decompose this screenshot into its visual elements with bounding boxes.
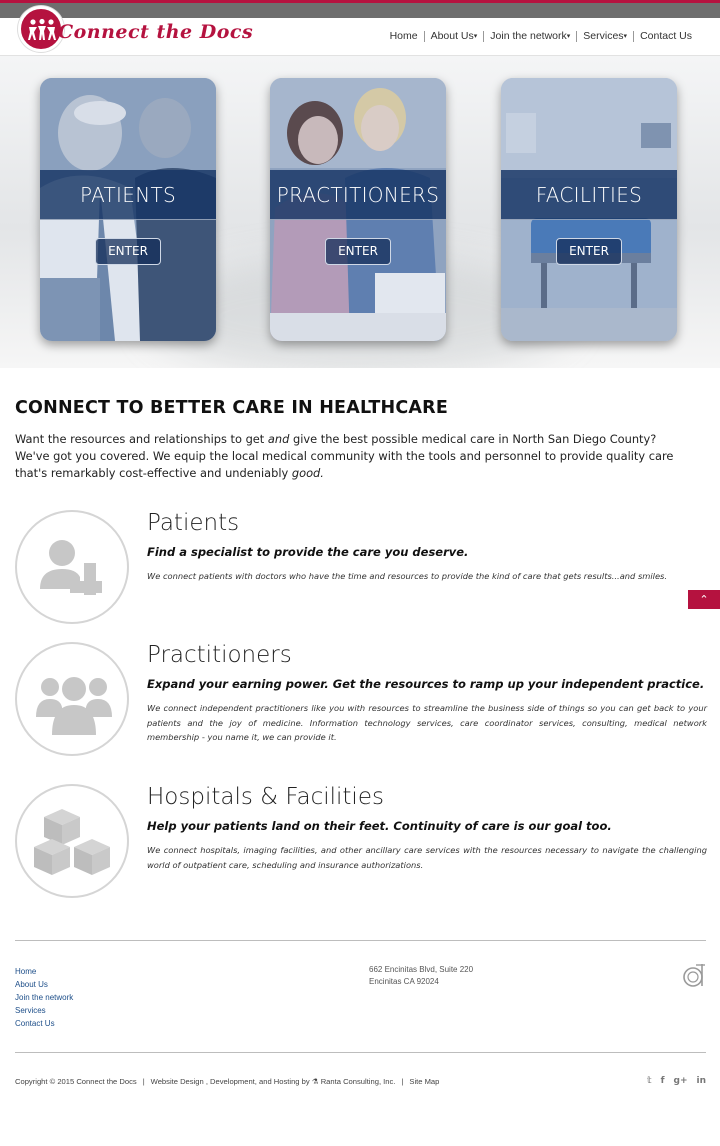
feature-facilities-title: Hospitals & Facilities — [147, 784, 384, 810]
nav-contact-us-label: Contact Us — [640, 30, 692, 42]
nav-about-us[interactable]: About Us▾ — [423, 30, 484, 42]
hero-section: PATIENTS ENTER PRACTITIONERS ENTER FACIL… — [0, 56, 720, 368]
people-logo-icon — [28, 18, 56, 40]
intro-line2-a: We've got you covered. We equip the loca… — [15, 449, 674, 480]
feature-practitioners-circle — [15, 642, 129, 756]
patients-card-title: PATIENTS — [80, 183, 176, 207]
feature-facilities-circle — [15, 784, 129, 898]
social-links: 𝕥 f g+ in — [647, 1076, 706, 1086]
practitioners-card[interactable]: PRACTITIONERS ENTER — [270, 78, 446, 341]
twitter-icon[interactable]: 𝕥 — [647, 1076, 652, 1086]
sitemap-link[interactable]: Site Map — [409, 1077, 439, 1086]
caret-down-icon: ▾ — [623, 33, 628, 40]
footer-divider-bottom — [15, 1052, 706, 1053]
feature-practitioners-title: Practitioners — [147, 642, 292, 668]
nav-about-us-label: About Us — [430, 30, 474, 42]
intro-line2-em: good. — [291, 466, 324, 480]
address-line2: Encinitas CA 92024 — [369, 977, 439, 986]
page-title: CONNECT TO BETTER CARE IN HEALTHCARE — [15, 398, 448, 418]
top-accent-line — [0, 0, 720, 3]
feature-facilities-description: We connect hospitals, imaging facilities… — [147, 845, 707, 870]
footer-link-contact-us[interactable]: Contact Us — [15, 1017, 73, 1030]
credit-link[interactable]: Website Design , Development, and Hostin… — [151, 1077, 396, 1086]
feature-practitioners-subtitle: Expand your earning power. Get the resou… — [147, 677, 705, 691]
linkedin-icon[interactable]: in — [697, 1076, 707, 1086]
facilities-card[interactable]: FACILITIES ENTER — [501, 78, 677, 341]
chevron-up-icon: ⌃ — [699, 593, 709, 606]
intro-text: Want the resources and relationships to … — [15, 431, 707, 482]
logo-text[interactable]: Connect the Docs — [58, 21, 253, 43]
caret-down-icon: ▾ — [566, 33, 571, 40]
separator: | — [401, 1077, 404, 1086]
footer-link-services[interactable]: Services — [15, 1004, 73, 1017]
feature-patients-title: Patients — [147, 510, 240, 536]
facilities-enter-button[interactable]: ENTER — [556, 238, 622, 265]
main-nav: Home About Us▾ Join the network▾ Service… — [384, 31, 698, 42]
intro-section: CONNECT TO BETTER CARE IN HEALTHCARE Wan… — [15, 398, 707, 482]
footer-links: Home About Us Join the network Services … — [15, 965, 73, 1030]
intro-line1-em: and — [267, 432, 290, 446]
google-plus-icon[interactable]: g+ — [674, 1076, 688, 1086]
feature-facilities-subtitle: Help your patients land on their feet. C… — [147, 819, 612, 833]
footer-link-home[interactable]: Home — [15, 965, 73, 978]
feature-patients-description: We connect patients with doctors who hav… — [147, 571, 668, 581]
feature-patients-text: Patients Find a specialist to provide th… — [147, 510, 707, 584]
back-to-top-button[interactable]: ⌃ — [688, 590, 720, 609]
patient-plus-icon — [40, 540, 102, 595]
nav-contact-us[interactable]: Contact Us — [633, 31, 698, 42]
practitioners-card-title: PRACTITIONERS — [276, 183, 440, 207]
feature-patients-circle — [15, 510, 129, 624]
nav-services[interactable]: Services▾ — [576, 31, 633, 42]
footer-divider-top — [15, 940, 706, 941]
feature-patients-subtitle: Find a specialist to provide the care yo… — [147, 545, 469, 559]
boxes-icon — [34, 809, 110, 875]
facebook-icon[interactable]: f — [661, 1076, 665, 1086]
intro-line1-a: Want the resources and relationships to … — [15, 432, 268, 446]
footer-address: 662 Encinitas Blvd, Suite 220 Encinitas … — [369, 964, 473, 988]
address-line1: 662 Encinitas Blvd, Suite 220 — [369, 965, 474, 974]
nav-home-label: Home — [389, 30, 418, 42]
group-icon — [36, 677, 112, 735]
copyright-text: Copyright © 2015 Connect the Docs — [15, 1077, 137, 1086]
facilities-card-title: FACILITIES — [535, 183, 643, 207]
footer-link-join-network[interactable]: Join the network — [15, 991, 73, 1004]
footer-link-about-us[interactable]: About Us — [15, 978, 73, 991]
nav-home[interactable]: Home — [384, 31, 424, 42]
patients-enter-button[interactable]: ENTER — [95, 238, 161, 265]
practitioners-enter-button[interactable]: ENTER — [325, 238, 391, 265]
feature-practitioners-text: Practitioners Expand your earning power.… — [147, 642, 707, 745]
nav-join-network[interactable]: Join the network▾ — [483, 31, 576, 42]
feature-facilities-text: Hospitals & Facilities Help your patient… — [147, 784, 707, 872]
separator: | — [142, 1077, 145, 1086]
nav-join-network-label: Join the network — [490, 30, 567, 42]
feature-practitioners-description: We connect independent practitioners lik… — [147, 703, 707, 742]
intro-line1-b: give the best possible medical care in N… — [289, 432, 657, 446]
nav-services-label: Services — [583, 30, 624, 42]
ctd-monogram-icon — [683, 964, 705, 987]
patients-card[interactable]: PATIENTS ENTER — [40, 78, 216, 341]
caret-down-icon: ▾ — [473, 33, 478, 40]
footer-copyright-row: Copyright © 2015 Connect the Docs | Websit… — [15, 1077, 439, 1086]
site-header: Connect the Docs Home About Us▾ Join the… — [0, 6, 720, 56]
